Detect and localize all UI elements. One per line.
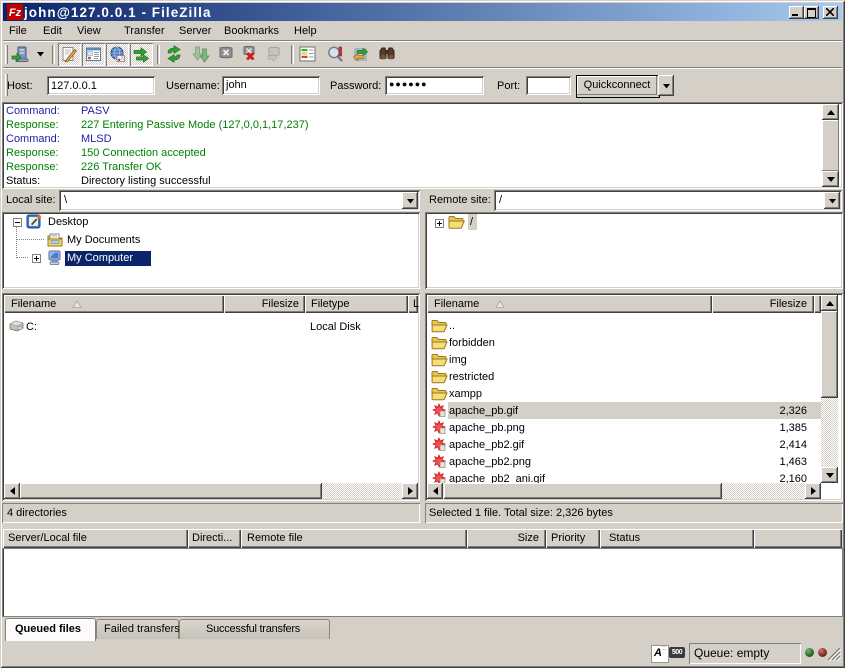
svg-text:Fz: Fz: [9, 7, 22, 19]
